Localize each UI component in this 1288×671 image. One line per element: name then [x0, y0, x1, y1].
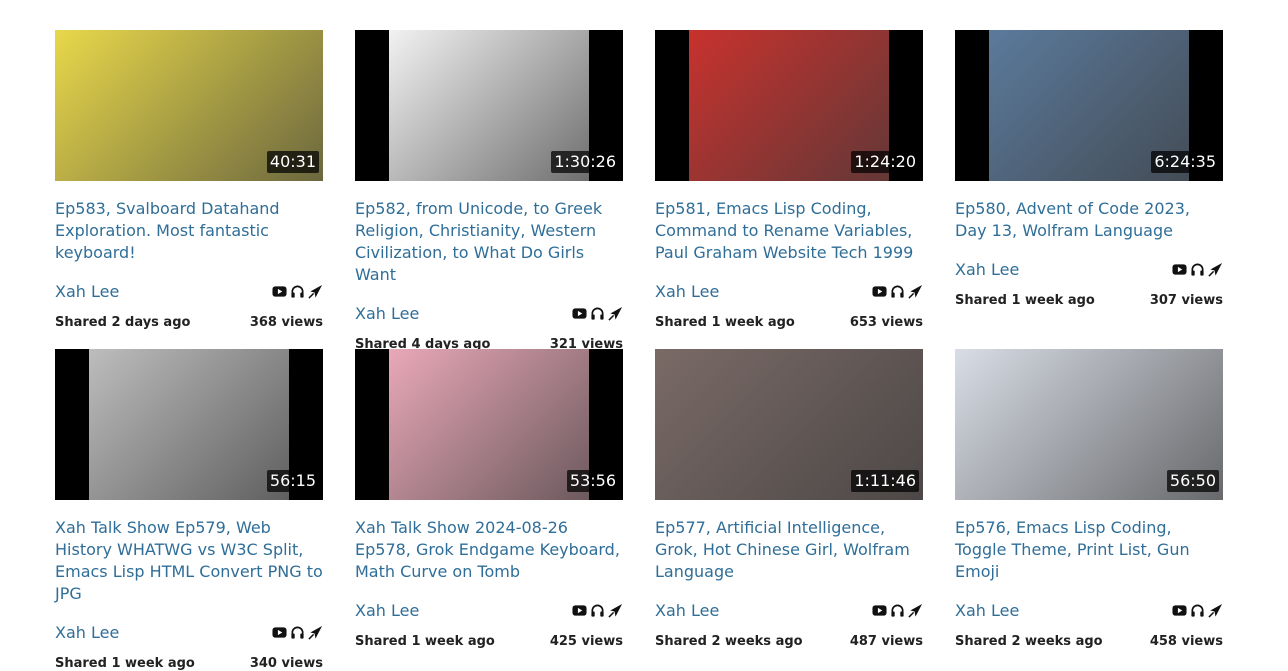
video-card: 56:15 Xah Talk Show Ep579, Web History W… [55, 349, 323, 671]
youtube-icon[interactable] [1172, 603, 1187, 618]
video-card: 1:30:26 Ep582, from Unicode, to Greek Re… [355, 30, 623, 352]
video-card: 1:24:20 Ep581, Emacs Lisp Coding, Comman… [655, 30, 923, 330]
view-count: 458 views [1149, 634, 1223, 649]
video-thumbnail[interactable]: 1:30:26 [355, 30, 623, 181]
thumbnail-image [389, 349, 589, 500]
video-meta: Xah Lee [55, 621, 323, 671]
video-title-link[interactable]: Xah Talk Show 2024-08-26 Ep578, Grok End… [355, 517, 623, 583]
video-duration: 40:31 [266, 151, 319, 173]
podcast-icon[interactable] [890, 603, 905, 618]
view-count: 368 views [249, 315, 323, 330]
view-count: 307 views [1149, 293, 1223, 308]
author-link[interactable]: Xah Lee [55, 282, 119, 301]
shared-time: Shared 1 week ago [55, 656, 195, 671]
shared-time: Shared 2 days ago [55, 315, 191, 330]
author-link[interactable]: Xah Lee [955, 260, 1019, 279]
odysee-icon[interactable] [908, 284, 923, 299]
video-duration: 6:24:35 [1151, 151, 1219, 173]
podcast-icon[interactable] [590, 306, 605, 321]
shared-time: Shared 2 weeks ago [955, 634, 1103, 649]
author-link[interactable]: Xah Lee [955, 601, 1019, 620]
youtube-icon[interactable] [1172, 262, 1187, 277]
author-link[interactable]: Xah Lee [655, 282, 719, 301]
video-title-link[interactable]: Ep583, Svalboard Datahand Exploration. M… [55, 198, 323, 264]
video-meta: Xah Lee [955, 599, 1223, 650]
platform-links [1172, 262, 1223, 277]
odysee-icon[interactable] [608, 306, 623, 321]
youtube-icon[interactable] [272, 284, 287, 299]
odysee-icon[interactable] [308, 625, 323, 640]
video-thumbnail[interactable]: 56:15 [55, 349, 323, 500]
shared-time: Shared 2 weeks ago [655, 634, 803, 649]
video-thumbnail[interactable]: 6:24:35 [955, 30, 1223, 181]
video-card: 40:31 Ep583, Svalboard Datahand Explorat… [55, 30, 323, 330]
odysee-icon[interactable] [308, 284, 323, 299]
video-title-link[interactable]: Ep576, Emacs Lisp Coding, Toggle Theme, … [955, 517, 1223, 583]
video-title-link[interactable]: Xah Talk Show Ep579, Web History WHATWG … [55, 517, 323, 605]
author-link[interactable]: Xah Lee [55, 623, 119, 642]
video-meta: Xah Lee [955, 258, 1223, 309]
shared-time: Shared 1 week ago [955, 293, 1095, 308]
video-duration: 1:11:46 [851, 470, 919, 492]
video-card: 56:50 Ep576, Emacs Lisp Coding, Toggle T… [955, 349, 1223, 649]
video-duration: 56:15 [266, 470, 319, 492]
view-count: 340 views [249, 656, 323, 671]
podcast-icon[interactable] [890, 284, 905, 299]
platform-links [272, 625, 323, 640]
podcast-icon[interactable] [590, 603, 605, 618]
video-title-link[interactable]: Ep577, Artificial Intelligence, Grok, Ho… [655, 517, 923, 583]
podcast-icon[interactable] [1190, 603, 1205, 618]
thumbnail-image [89, 349, 289, 500]
video-meta: Xah Lee [55, 280, 323, 331]
youtube-icon[interactable] [572, 603, 587, 618]
video-thumbnail[interactable]: 53:56 [355, 349, 623, 500]
shared-time: Shared 1 week ago [655, 315, 795, 330]
platform-links [272, 284, 323, 299]
video-thumbnail[interactable]: 1:11:46 [655, 349, 923, 500]
view-count: 487 views [849, 634, 923, 649]
platform-links [1172, 603, 1223, 618]
video-duration: 53:56 [566, 470, 619, 492]
video-meta: Xah Lee [655, 280, 923, 331]
podcast-icon[interactable] [290, 284, 305, 299]
video-title-link[interactable]: Ep582, from Unicode, to Greek Religion, … [355, 198, 623, 286]
view-count: 653 views [849, 315, 923, 330]
shared-time: Shared 1 week ago [355, 634, 495, 649]
podcast-icon[interactable] [290, 625, 305, 640]
odysee-icon[interactable] [608, 603, 623, 618]
video-thumbnail[interactable]: 40:31 [55, 30, 323, 181]
platform-links [872, 284, 923, 299]
video-meta: Xah Lee [355, 599, 623, 650]
odysee-icon[interactable] [908, 603, 923, 618]
odysee-icon[interactable] [1208, 603, 1223, 618]
author-link[interactable]: Xah Lee [655, 601, 719, 620]
platform-links [572, 603, 623, 618]
platform-links [872, 603, 923, 618]
video-meta: Xah Lee [655, 599, 923, 650]
video-card: 53:56 Xah Talk Show 2024-08-26 Ep578, Gr… [355, 349, 623, 649]
video-duration: 56:50 [1166, 470, 1219, 492]
podcast-icon[interactable] [1190, 262, 1205, 277]
video-duration: 1:30:26 [551, 151, 619, 173]
video-thumbnail[interactable]: 1:24:20 [655, 30, 923, 181]
youtube-icon[interactable] [872, 603, 887, 618]
video-duration: 1:24:20 [851, 151, 919, 173]
video-title-link[interactable]: Ep580, Advent of Code 2023, Day 13, Wolf… [955, 198, 1223, 242]
video-meta: Xah Lee [355, 302, 623, 353]
platform-links [572, 306, 623, 321]
youtube-icon[interactable] [572, 306, 587, 321]
author-link[interactable]: Xah Lee [355, 304, 419, 323]
author-link[interactable]: Xah Lee [355, 601, 419, 620]
odysee-icon[interactable] [1208, 262, 1223, 277]
video-thumbnail[interactable]: 56:50 [955, 349, 1223, 500]
youtube-icon[interactable] [272, 625, 287, 640]
video-title-link[interactable]: Ep581, Emacs Lisp Coding, Command to Ren… [655, 198, 923, 264]
view-count: 425 views [549, 634, 623, 649]
video-card: 6:24:35 Ep580, Advent of Code 2023, Day … [955, 30, 1223, 308]
youtube-icon[interactable] [872, 284, 887, 299]
video-card: 1:11:46 Ep577, Artificial Intelligence, … [655, 349, 923, 649]
